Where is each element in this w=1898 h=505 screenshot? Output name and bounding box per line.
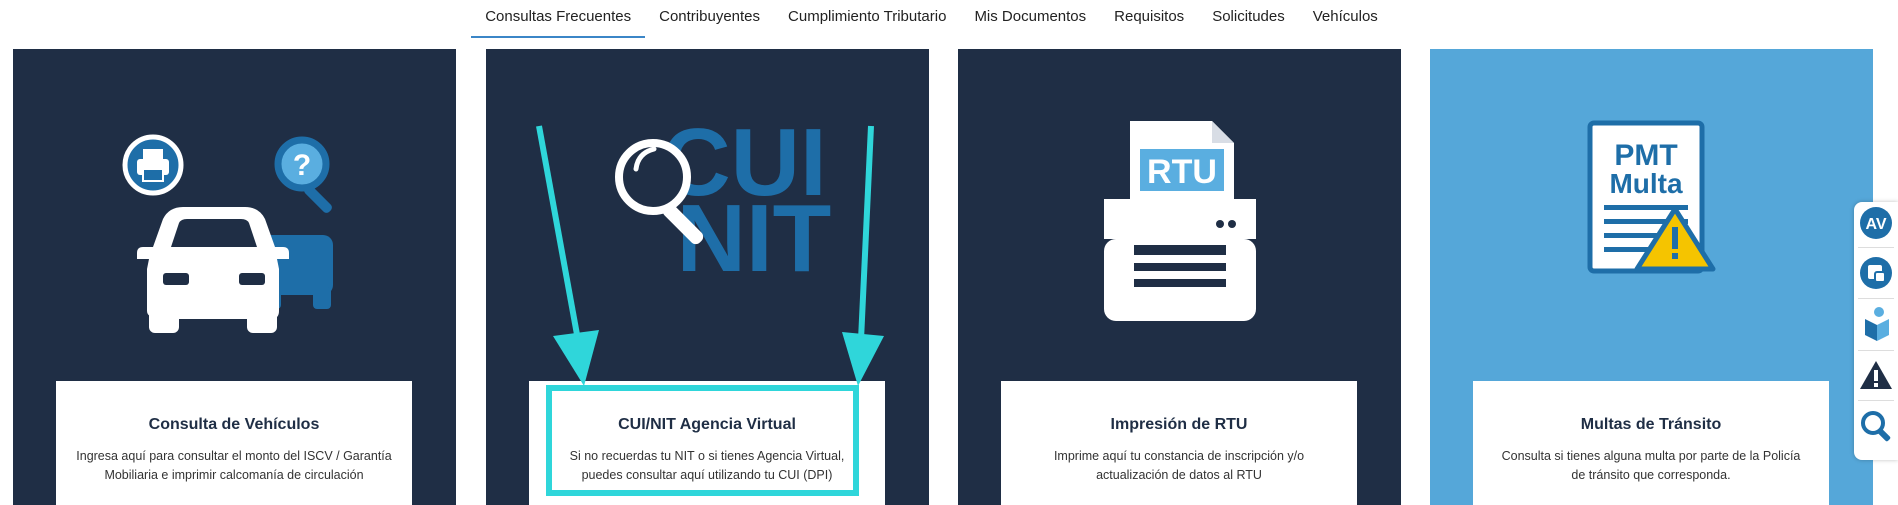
agencia-virtual-icon[interactable]: AV <box>1857 204 1895 242</box>
top-navigation: Consultas Frecuentes Contribuyentes Cump… <box>0 0 1898 40</box>
search-icon[interactable] <box>1857 407 1895 445</box>
card-impresion-rtu[interactable]: RTU Impresión de RTU Imprime aquí tu con… <box>958 49 1401 505</box>
declaraguate-icon[interactable] <box>1857 254 1895 292</box>
card-panel: Multas de Tránsito Consulta si tienes al… <box>1473 381 1829 505</box>
illus-text-rtu: RTU <box>1147 153 1217 191</box>
car-print-question-icon: ? <box>122 134 333 333</box>
card-consulta-vehiculos[interactable]: ? Consulta de Vehículos Ingresa aquí par… <box>13 49 456 505</box>
nav-tab-solicitudes[interactable]: Solicitudes <box>1198 0 1299 38</box>
card-multas-transito[interactable]: PMT Multa Multas de Tránsito Consulta si… <box>1430 49 1873 505</box>
card-panel: Consulta de Vehículos Ingresa aquí para … <box>56 381 412 505</box>
svg-text:?: ? <box>293 149 311 182</box>
cube-person-icon[interactable] <box>1857 305 1895 343</box>
nav-tab-mis-documentos[interactable]: Mis Documentos <box>960 0 1100 38</box>
nav-tab-contribuyentes[interactable]: Contribuyentes <box>645 0 774 38</box>
nav-tab-requisitos[interactable]: Requisitos <box>1100 0 1198 38</box>
nav-tab-vehiculos[interactable]: Vehículos <box>1299 0 1392 38</box>
warning-icon[interactable] <box>1857 357 1895 395</box>
card-title[interactable]: Consulta de Vehículos <box>56 415 412 435</box>
highlight-box <box>546 385 859 496</box>
floating-quick-access-bar: AV <box>1854 202 1898 460</box>
illus-text-multa: Multa <box>1609 168 1683 199</box>
rtu-printer-icon: RTU <box>1104 121 1256 321</box>
card-description: Consulta si tienes alguna multa por part… <box>1501 449 1801 482</box>
card-title[interactable]: Multas de Tránsito <box>1473 415 1829 435</box>
svg-text:AV: AV <box>1865 216 1886 233</box>
nav-tab-cumplimiento-tributario[interactable]: Cumplimiento Tributario <box>774 0 960 38</box>
card-description: Imprime aquí tu constancia de inscripció… <box>1053 449 1305 482</box>
nav-tab-consultas-frecuentes[interactable]: Consultas Frecuentes <box>471 0 646 38</box>
card-description: Ingresa aquí para consultar el monto del… <box>76 449 392 482</box>
card-title[interactable]: Impresión de RTU <box>1001 415 1357 435</box>
cui-nit-magnifier-icon: CUI NIT <box>615 109 831 292</box>
card-panel: Impresión de RTU Imprime aquí tu constan… <box>1001 381 1357 505</box>
pmt-multa-document-icon: PMT Multa <box>1587 120 1716 274</box>
